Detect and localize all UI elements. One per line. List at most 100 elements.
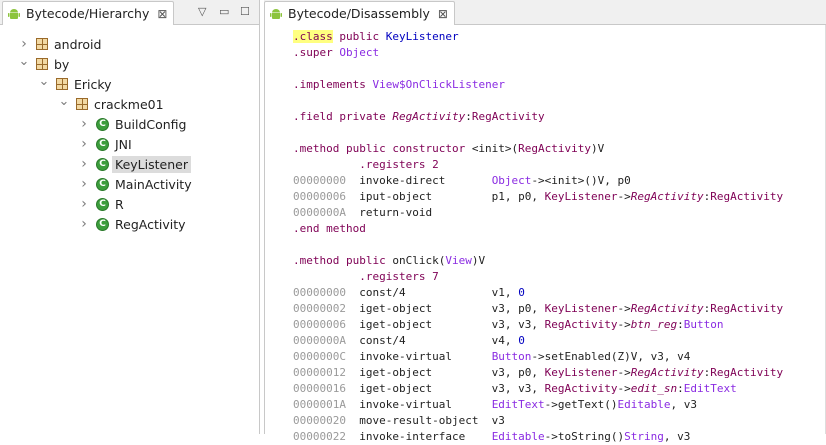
chevron-down-icon[interactable]: ⌄ [18, 54, 30, 69]
hierarchy-panel: Bytecode/Hierarchy ⊠ ▽ ▭ ☐ › android ⌄ by ⌄ E… [0, 0, 260, 434]
tree-node-mainactivity[interactable]: › C MainActivity [78, 174, 191, 194]
disassembly-tab-strip: Bytecode/Disassembly ⊠ [264, 0, 826, 25]
code-token: 00000012 [293, 366, 360, 379]
tab-bytecode-disassembly[interactable]: Bytecode/Disassembly ⊠ [264, 1, 455, 25]
tree-node-ericky[interactable]: ⌄ Ericky [38, 74, 112, 94]
code-token: KeyListener [544, 190, 618, 203]
code-line: 00000016 iget-object v3, v3, RegActivity… [293, 381, 826, 397]
code-token: 00000022 [293, 430, 360, 443]
code-line: 0000000A const/4 v4, 0 [293, 333, 826, 349]
code-token: RegActivity [630, 302, 704, 315]
tree-node-label: RegActivity [115, 216, 186, 232]
code-token: KeyListener [544, 302, 618, 315]
tree-node-crackme01[interactable]: ⌄ crackme01 [58, 94, 164, 114]
tree-node-label: R [115, 196, 124, 212]
code-token: RegActivity [710, 302, 784, 315]
code-line: 00000020 move-result-object v3 [293, 413, 826, 429]
tree-node-buildconfig[interactable]: › C BuildConfig [78, 114, 186, 134]
code-token: iget-object v3, p0, [359, 366, 545, 379]
chevron-right-icon[interactable]: › [78, 216, 90, 232]
disassembly-code[interactable]: .class public KeyListener .super Object .… [293, 29, 826, 445]
code-token: Button [491, 350, 532, 363]
tree-node-android[interactable]: › android [18, 34, 101, 54]
android-icon [8, 8, 20, 19]
code-line: 0000000A return-void [293, 205, 826, 221]
code-token: -> [617, 318, 631, 331]
code-token: )V [591, 142, 605, 155]
chevron-right-icon[interactable]: › [18, 36, 30, 52]
code-line: .field private RegActivity:RegActivity [293, 109, 826, 125]
code-token: Editable [617, 398, 671, 411]
code-token: btn_reg [630, 318, 678, 331]
chevron-right-icon[interactable]: › [78, 176, 90, 192]
code-editor[interactable]: .class public KeyListener .super Object .… [264, 25, 826, 443]
code-token: RegActivity [710, 366, 784, 379]
view-menu-icon[interactable]: ▽ [198, 5, 206, 18]
code-token: iget-object v3, p0, [359, 302, 545, 315]
tree-node-regactivity[interactable]: › C RegActivity [78, 214, 186, 234]
code-line: .registers 7 [293, 269, 826, 285]
code-token: )V [471, 254, 486, 267]
code-token: .method public constructor [293, 142, 472, 155]
code-token: KeyListener [385, 30, 459, 43]
chevron-down-icon[interactable]: ⌄ [38, 74, 50, 89]
code-token: .implements [293, 78, 373, 91]
code-token: 0 [518, 286, 525, 299]
code-line: 0000001A invoke-virtual EditText->getTex… [293, 397, 826, 413]
close-icon[interactable]: ⊠ [157, 7, 167, 21]
code-line: .end method [293, 221, 826, 237]
code-token: String [624, 430, 664, 443]
code-token: .field private [293, 110, 393, 123]
code-token: Object [491, 174, 532, 187]
code-token: RegActivity [710, 190, 784, 203]
class-icon: C [96, 177, 109, 191]
code-token: RegActivity [471, 110, 545, 123]
hierarchy-tab-strip: Bytecode/Hierarchy ⊠ ▽ ▭ ☐ [0, 0, 259, 25]
chevron-right-icon[interactable]: › [78, 156, 90, 172]
chevron-down-icon[interactable]: ⌄ [58, 94, 70, 109]
code-token: 00000000 [293, 174, 360, 187]
class-icon: C [96, 217, 109, 231]
code-token: 00000006 [293, 190, 360, 203]
code-token: 00000006 [293, 318, 360, 331]
code-token: return-void [359, 206, 433, 219]
code-token: : [465, 110, 472, 123]
tree-node-label: by [54, 56, 70, 72]
tree-node-by[interactable]: ⌄ by [18, 54, 70, 74]
package-icon [36, 58, 48, 70]
code-token: invoke-virtual [359, 350, 492, 363]
disassembly-panel: Bytecode/Disassembly ⊠ .class public Key… [264, 0, 826, 443]
code-token: -> [617, 366, 631, 379]
close-icon[interactable]: ⊠ [438, 7, 448, 21]
code-token: invoke-direct [359, 174, 492, 187]
maximize-icon[interactable]: ☐ [240, 5, 250, 18]
tree-node-label: KeyListener [112, 155, 191, 173]
code-token: move-result-object v3 [359, 414, 505, 427]
tree-node-keylistener[interactable]: › C KeyListener [78, 154, 191, 174]
code-token: 0000000A [293, 206, 360, 219]
tree-node-r[interactable]: › C R [78, 194, 124, 214]
tree-node-label: android [54, 36, 102, 52]
code-token: ->toString() [544, 430, 625, 443]
tab-title: Bytecode/Hierarchy [26, 6, 150, 21]
code-token: .class [293, 30, 333, 43]
code-token: View$OnClickListener [372, 78, 505, 91]
class-icon: C [96, 197, 109, 211]
chevron-right-icon[interactable]: › [78, 136, 90, 152]
code-line: .class public KeyListener [293, 29, 826, 45]
class-icon: C [96, 137, 109, 151]
code-token: 00000000 [293, 286, 360, 299]
tree-node-jni[interactable]: › C JNI [78, 134, 132, 154]
chevron-right-icon[interactable]: › [78, 116, 90, 132]
code-token: const/4 v1, [359, 286, 519, 299]
chevron-right-icon[interactable]: › [78, 196, 90, 212]
code-token: .registers 2 [293, 158, 439, 171]
tab-bytecode-hierarchy[interactable]: Bytecode/Hierarchy ⊠ [2, 1, 175, 25]
package-icon [76, 98, 88, 110]
code-token: iget-object v3, v3, [359, 318, 545, 331]
code-line: 00000002 iget-object v3, p0, KeyListener… [293, 301, 826, 317]
code-token: .registers 7 [293, 270, 439, 283]
minimize-icon[interactable]: ▭ [219, 5, 229, 18]
code-token: 0000000A [293, 334, 360, 347]
code-token: -> [617, 302, 631, 315]
